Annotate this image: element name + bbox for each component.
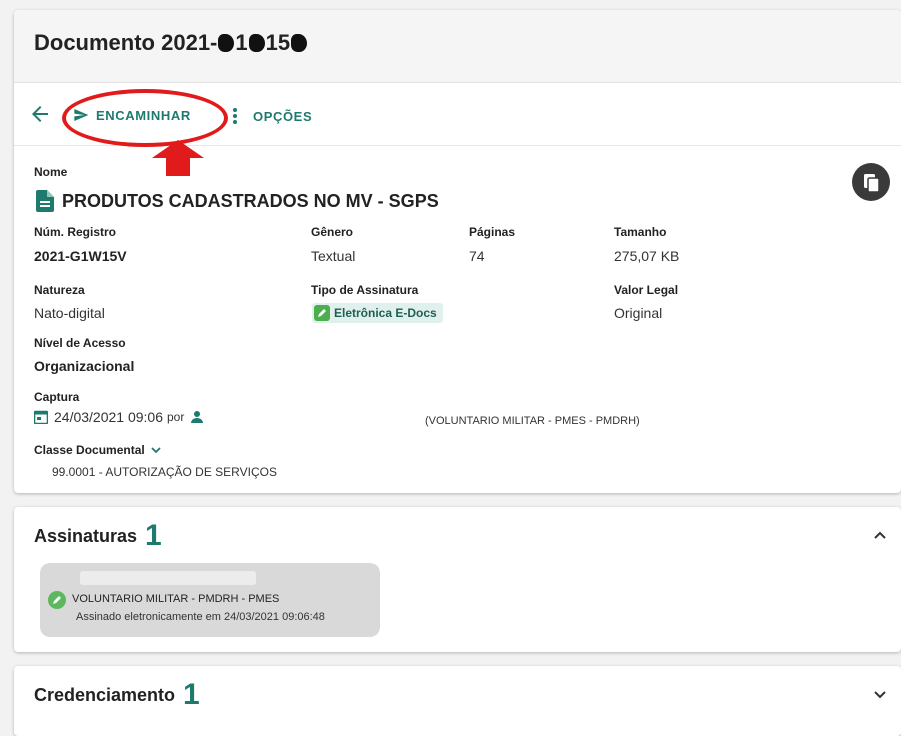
acesso-value: Organizacional — [34, 358, 135, 374]
assinatura-type-label: Tipo de Assinatura — [311, 283, 419, 297]
tamanho-label: Tamanho — [614, 225, 667, 239]
document-card: Documento 2021- 1 15 ENCAMINHAR OPÇÕES Nom… — [14, 10, 901, 493]
acesso-label: Nível de Acesso — [34, 336, 126, 350]
send-icon — [74, 109, 89, 121]
credenciamento-count: 1 — [183, 678, 200, 711]
paginas-value: 74 — [469, 248, 485, 264]
classe-toggle[interactable]: Classe Documental — [34, 443, 162, 457]
captura-row: 24/03/2021 09:06 por — [34, 409, 204, 425]
forward-label: ENCAMINHAR — [96, 107, 191, 123]
tamanho-value: 275,07 KB — [614, 248, 680, 264]
redaction-mark — [80, 571, 256, 585]
document-toolbar: ENCAMINHAR OPÇÕES — [14, 83, 901, 147]
captura-label: Captura — [34, 390, 80, 404]
credenciamento-card: Credenciamento 1 — [14, 666, 901, 736]
valor-label: Valor Legal — [614, 283, 679, 297]
copy-button[interactable] — [852, 163, 890, 201]
title-bar: Documento 2021- 1 15 — [14, 10, 901, 83]
name-label: Nome — [34, 165, 68, 179]
registro-label: Núm. Registro — [34, 225, 117, 239]
signature-pencil-icon — [48, 591, 66, 609]
forward-button[interactable]: ENCAMINHAR — [72, 107, 191, 123]
captura-date: 24/03/2021 09:06 — [54, 409, 163, 425]
assinaturas-card: Assinaturas 1 VOLUNTARIO MILITAR - PMDRH … — [14, 507, 901, 652]
signed-at: Assinado eletronicamente em 24/03/2021 0… — [76, 611, 325, 623]
classe-value: 99.0001 - AUTORIZAÇÃO DE SERVIÇOS — [52, 465, 277, 479]
redaction-mark — [218, 34, 235, 52]
redaction-mark — [248, 34, 265, 52]
redaction-mark — [291, 34, 308, 52]
file-icon — [36, 190, 54, 212]
registro-value: 2021-G1W15V — [34, 248, 127, 264]
document-name: PRODUTOS CADASTRADOS NO MV - SGPS — [36, 190, 439, 212]
credenciamento-title: Credenciamento 1 — [34, 678, 200, 711]
more-vert-icon — [233, 108, 237, 124]
signature-chip[interactable]: VOLUNTARIO MILITAR - PMDRH - PMES Assina… — [40, 563, 380, 637]
chevron-down-icon — [151, 447, 161, 454]
annotation-arrow-icon — [152, 140, 204, 176]
calendar-icon — [34, 410, 48, 424]
assinaturas-count: 1 — [145, 519, 162, 552]
copy-icon — [864, 174, 880, 193]
paginas-label: Páginas — [469, 225, 516, 239]
chevron-down-icon[interactable] — [870, 684, 890, 704]
edit-pencil-icon — [314, 305, 330, 321]
genero-value: Textual — [311, 248, 356, 264]
chevron-up-icon[interactable] — [870, 525, 890, 545]
assinaturas-title: Assinaturas 1 — [34, 519, 162, 552]
captura-org: (VOLUNTARIO MILITAR - PMES - PMDRH) — [425, 415, 640, 427]
natureza-value: Nato-digital — [34, 305, 105, 321]
signature-type-badge: Eletrônica E-Docs — [312, 303, 443, 323]
options-label: OPÇÕES — [253, 108, 313, 124]
person-icon — [191, 411, 204, 423]
signer-name: VOLUNTARIO MILITAR - PMDRH - PMES — [72, 593, 280, 605]
natureza-label: Natureza — [34, 283, 85, 297]
options-button[interactable]: OPÇÕES — [231, 107, 312, 125]
captura-por: por — [167, 410, 185, 424]
arrow-back-icon[interactable] — [28, 102, 52, 126]
genero-label: Gênero — [311, 225, 354, 239]
valor-value: Original — [614, 305, 663, 321]
page-title: Documento 2021- 1 15 — [34, 30, 308, 56]
